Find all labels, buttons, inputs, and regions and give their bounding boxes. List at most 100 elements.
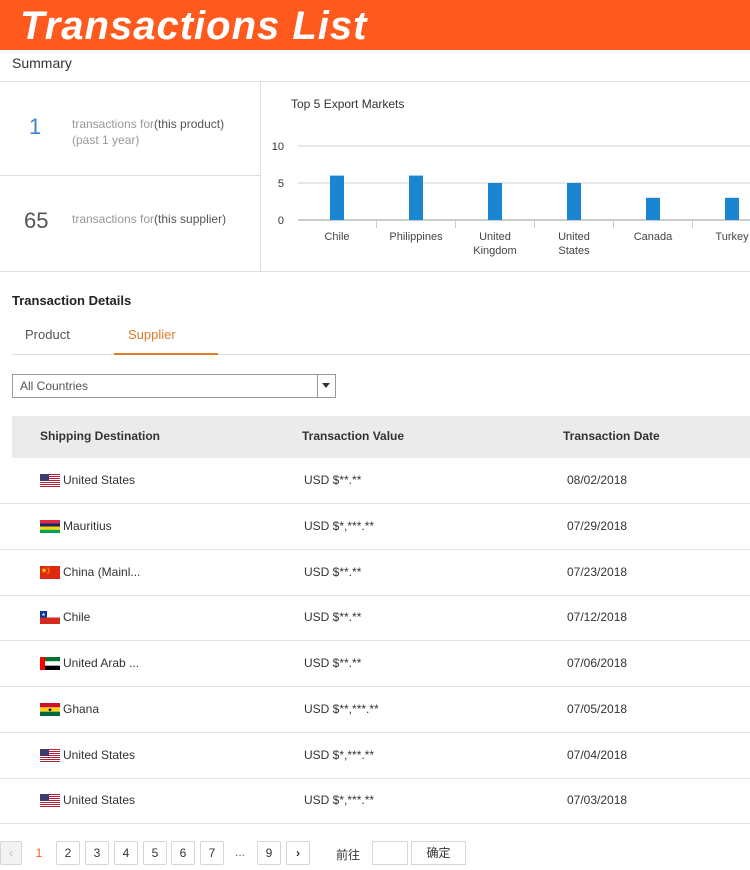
date-cell: 07/03/2018 [567, 793, 628, 808]
bar [646, 197, 660, 220]
tab-supplier[interactable]: Supplier [128, 327, 176, 342]
date-cell: 07/04/2018 [567, 747, 628, 762]
x-tick-label: United [479, 231, 511, 243]
uae-flag-icon [40, 657, 60, 670]
x-tick-label: States [558, 245, 590, 257]
bar [330, 175, 344, 220]
date-cell: 07/06/2018 [567, 656, 628, 670]
summary-title: Summary [12, 55, 72, 71]
tab-product[interactable]: Product [25, 327, 70, 342]
page-button-3[interactable]: 3 [85, 841, 109, 865]
page-button-5[interactable]: 5 [143, 841, 167, 865]
destination-cell: United States [63, 793, 136, 808]
y-tick-label: 5 [278, 178, 284, 190]
divider [0, 81, 750, 82]
destination-cell: United States [63, 473, 136, 487]
x-tick-label: Kingdom [473, 245, 516, 257]
table-row[interactable]: United Arab ... USD $**.** 07/06/2018 [0, 641, 750, 687]
stat-note: (past 1 year) [72, 133, 140, 147]
next-page-button[interactable]: › [286, 841, 310, 865]
supplier-transaction-desc: transactions for(this supplier) [72, 211, 226, 227]
value-cell: USD $*,***.** [304, 793, 375, 808]
stat-prefix: transactions for [72, 117, 155, 131]
goto-page-input[interactable] [372, 841, 408, 865]
transaction-details-title: Transaction Details [12, 293, 132, 308]
column-header-date[interactable]: Transaction Date [563, 429, 660, 443]
bar [409, 175, 423, 220]
stat-subject: (this product) [154, 117, 225, 131]
bar [725, 197, 739, 220]
column-header-destination[interactable]: Shipping Destination [40, 429, 160, 443]
country-filter-value: All Countries [20, 379, 89, 393]
destination-cell: United Arab ... [63, 656, 140, 670]
destination-cell: Mauritius [63, 518, 112, 533]
table-row[interactable]: United States USD $*,***.** 07/03/2018 [0, 778, 750, 825]
us-flag-icon [40, 748, 60, 762]
date-cell: 07/05/2018 [567, 701, 628, 716]
table-row[interactable]: United States USD $**.** 08/02/2018 [0, 458, 750, 504]
active-tab-indicator [114, 353, 218, 355]
x-tick-label: Philippines [389, 231, 443, 243]
date-cell: 07/12/2018 [567, 610, 628, 625]
x-tick-label: Turkey [715, 231, 749, 243]
date-cell: 08/02/2018 [567, 473, 628, 487]
summary-vertical-divider [260, 82, 261, 272]
stat-divider [0, 175, 260, 176]
supplier-transaction-count: 65 [24, 208, 49, 233]
goto-page-label: 前往 [336, 848, 361, 862]
x-tick-label: Chile [324, 231, 349, 243]
bar [567, 183, 581, 220]
bar [488, 183, 502, 220]
mauritius-flag-icon [40, 519, 60, 533]
page-button-7[interactable]: 7 [200, 841, 224, 865]
page-button-2[interactable]: 2 [56, 841, 80, 865]
table-header: Shipping Destination Transaction Value T… [12, 416, 750, 458]
header-banner: Transactions List [0, 0, 750, 50]
stat-prefix: transactions for [72, 212, 155, 226]
column-header-value[interactable]: Transaction Value [302, 429, 404, 443]
page-title: Transactions List [20, 4, 368, 48]
value-cell: USD $**,***.** [304, 701, 379, 716]
prev-page-button[interactable]: ‹ [0, 841, 22, 865]
chart-title: Top 5 Export Markets [291, 97, 405, 111]
ghana-flag-icon [40, 702, 60, 716]
y-tick-label: 0 [278, 215, 284, 227]
page-button-1[interactable]: 1 [27, 841, 51, 865]
pagination-ellipsis: ... [235, 845, 246, 859]
page-button-4[interactable]: 4 [114, 841, 138, 865]
value-cell: USD $*,***.** [304, 747, 375, 762]
product-transaction-count: 1 [29, 114, 42, 139]
table-row[interactable]: China (Mainl... USD $**.** 07/23/2018 [0, 550, 750, 596]
destination-cell: United States [63, 747, 136, 762]
goto-confirm-button[interactable]: 确定 [411, 841, 466, 865]
chevron-down-icon[interactable] [317, 375, 335, 397]
value-cell: USD $**.** [304, 564, 362, 579]
page-button-9[interactable]: 9 [257, 841, 281, 865]
value-cell: USD $**.** [304, 610, 362, 625]
stat-subject: (this supplier) [154, 212, 227, 226]
chile-flag-icon [40, 611, 60, 625]
value-cell: USD $**.** [304, 473, 362, 487]
export-markets-chart: 0 5 10 Chile Philippines United Kingdom United S… [272, 141, 750, 257]
value-cell: USD $**.** [304, 656, 362, 670]
us-flag-icon [40, 474, 60, 487]
product-transaction-desc: transactions for(this product) (past 1 y… [72, 116, 224, 148]
y-tick-label: 10 [272, 141, 284, 153]
country-filter-select[interactable]: All Countries [12, 374, 336, 398]
us-flag-icon [40, 794, 60, 808]
table-row[interactable]: United States USD $*,***.** 07/04/2018 [0, 733, 750, 779]
table-row[interactable]: Chile USD $**.** 07/12/2018 [0, 595, 750, 642]
date-cell: 07/23/2018 [567, 564, 628, 579]
destination-cell: China (Mainl... [63, 564, 141, 579]
value-cell: USD $*,***.** [304, 518, 375, 533]
destination-cell: Ghana [63, 701, 100, 716]
destination-cell: Chile [63, 610, 91, 625]
date-cell: 07/29/2018 [567, 518, 628, 533]
page-button-6[interactable]: 6 [171, 841, 195, 865]
x-tick-label: Canada [634, 231, 673, 243]
divider [0, 271, 750, 272]
table-row[interactable]: Ghana USD $**,***.** 07/05/2018 [0, 687, 750, 733]
table-row[interactable]: Mauritius USD $*,***.** 07/29/2018 [0, 504, 750, 550]
china-flag-icon [40, 565, 60, 579]
x-tick-label: United [558, 231, 590, 243]
